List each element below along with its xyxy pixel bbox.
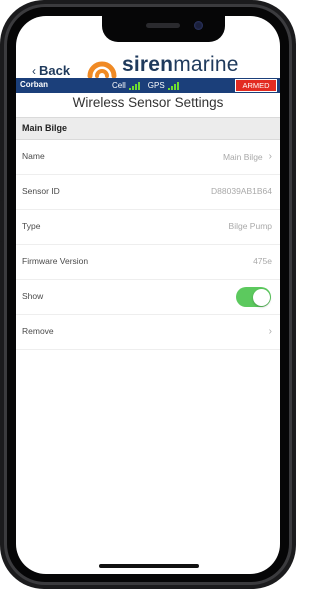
- section-header: Main Bilge: [16, 117, 280, 140]
- remove-row[interactable]: Remove ›: [16, 315, 280, 350]
- chevron-left-icon: ‹: [32, 63, 36, 78]
- type-row: Type Bilge Pump: [16, 210, 280, 245]
- firmware-value: 475e: [253, 256, 272, 266]
- sensor-id-row: Sensor ID D88039AB1B64: [16, 175, 280, 210]
- name-label: Name: [22, 151, 45, 161]
- section-title: Main Bilge: [22, 123, 68, 133]
- sensor-id-label: Sensor ID: [22, 186, 60, 196]
- nav-header: ‹ Back sirenmarine: [16, 46, 280, 82]
- firmware-row: Firmware Version 475e: [16, 245, 280, 280]
- notch: [102, 16, 225, 42]
- page-title: Wireless Sensor Settings: [72, 95, 224, 110]
- name-value-group: Main Bilge ›: [223, 151, 272, 162]
- power-button: [293, 170, 296, 234]
- remove-label: Remove: [22, 326, 54, 336]
- siren-marine-logo: sirenmarine: [86, 52, 239, 78]
- volume-up-button: [0, 150, 3, 192]
- speaker-grille: [146, 23, 180, 28]
- logo-bold-text: siren: [122, 53, 174, 76]
- gps-label: GPS: [147, 81, 165, 90]
- name-row[interactable]: Name Main Bilge ›: [16, 140, 280, 175]
- show-toggle[interactable]: [236, 287, 271, 307]
- boat-status-bar: Corban Cell GPS ARMED: [16, 78, 280, 93]
- name-value: Main Bilge: [222, 151, 263, 162]
- toggle-knob: [252, 288, 270, 306]
- volume-down-button: [0, 200, 3, 242]
- front-camera: [194, 21, 203, 30]
- show-label: Show: [22, 291, 44, 301]
- home-indicator[interactable]: [99, 564, 199, 568]
- chevron-right-icon: ›: [268, 151, 272, 162]
- firmware-label: Firmware Version: [22, 256, 89, 266]
- boat-name: Corban: [20, 80, 48, 89]
- type-label: Type: [22, 221, 41, 231]
- chevron-right-icon: ›: [268, 326, 272, 337]
- show-row: Show: [16, 280, 280, 315]
- signal-bars-icon: [167, 82, 179, 90]
- logo-wordmark: sirenmarine: [122, 53, 239, 77]
- type-value: Bilge Pump: [228, 221, 272, 231]
- mute-switch: [0, 112, 3, 134]
- back-label: Back: [39, 63, 71, 78]
- logo-regular-text: marine: [173, 53, 239, 76]
- remove-arrow-group: ›: [269, 326, 272, 337]
- armed-badge[interactable]: ARMED: [235, 79, 277, 92]
- signal-indicators: Cell GPS: [112, 81, 179, 90]
- siren-marine-logo-icon: [87, 61, 117, 78]
- cell-label: Cell: [112, 81, 126, 90]
- sensor-id-value: D88039AB1B64: [211, 186, 272, 196]
- phone-device: ‹ Back sirenmarine Corban Cell GPS ARMED…: [0, 0, 296, 589]
- app-screen: ‹ Back sirenmarine Corban Cell GPS ARMED…: [16, 16, 280, 574]
- back-button[interactable]: ‹ Back: [32, 63, 70, 78]
- signal-bars-icon: [128, 82, 140, 90]
